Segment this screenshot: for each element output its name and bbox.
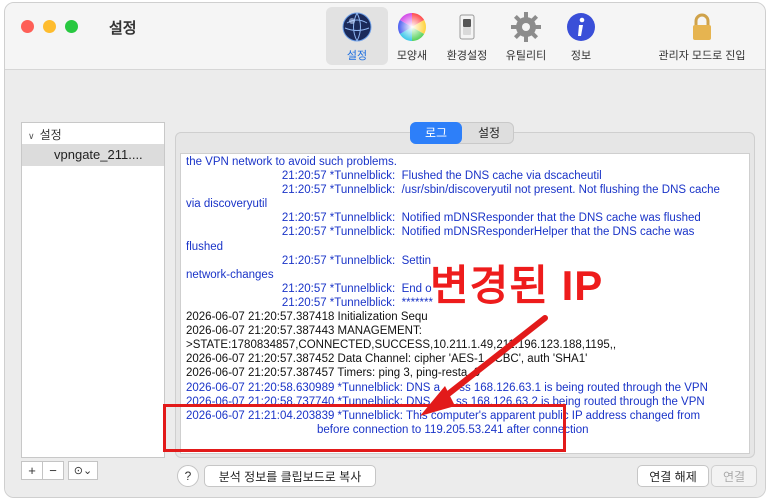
toolbar-label: 설정 xyxy=(346,50,368,62)
help-button[interactable]: ? xyxy=(177,465,199,487)
log-line: via discoveryutil xyxy=(186,198,268,211)
highlight-box xyxy=(163,404,566,452)
sidebar-group[interactable]: ∨ 설정 xyxy=(22,123,164,142)
toolbar-label: 모양새 xyxy=(396,50,428,62)
log-line: >STATE:1780834857,CONNECTED,SUCCESS,10.2… xyxy=(186,339,617,352)
switch-icon xyxy=(451,11,483,43)
sidebar-item-vpngate[interactable]: vpngate_211.... xyxy=(22,144,164,166)
log-line: 2026-06-07 21:20:57.387443 MANAGEMENT: xyxy=(186,325,422,338)
toolbar-configurations[interactable]: 설정 xyxy=(326,7,388,65)
admin-mode-label: 관리자 모드로 진입 xyxy=(658,50,746,62)
bottom-bar: ? 분석 정보를 클립보드로 복사 연결 해제 연결 xyxy=(5,462,765,497)
chevron-down-icon[interactable]: ∨ xyxy=(28,131,35,142)
log-line: 21:20:57 *Tunnelblick: /usr/sbin/discove… xyxy=(186,184,720,197)
admin-mode-button[interactable]: 관리자 모드로 진입 xyxy=(647,7,757,65)
log-line: 2026-06-07 21:20:57.387452 Data Channel:… xyxy=(186,353,588,366)
toolbar-info[interactable]: 정보 xyxy=(550,7,612,65)
color-wheel-icon xyxy=(396,11,428,43)
close-button[interactable] xyxy=(21,20,34,33)
toolbar-label: 환경설정 xyxy=(446,50,488,62)
toolbar-preferences[interactable]: 환경설정 xyxy=(436,7,498,65)
toolbar-label: 유틸리티 xyxy=(505,50,547,62)
info-icon xyxy=(565,11,597,43)
globe-icon xyxy=(341,11,373,43)
window-title: 설정 xyxy=(109,20,137,37)
annotation-label: 변경된 IP xyxy=(430,262,604,309)
log-line: 21:20:57 *Tunnelblick: Flushed the DNS c… xyxy=(186,170,602,183)
tab-settings[interactable]: 설정 xyxy=(463,122,515,144)
titlebar: 설정 설정 모양새 환경설정 유틸리티 정보 관리자 모드로 진입 xyxy=(5,3,765,70)
sidebar-group-label: 설정 xyxy=(39,128,62,142)
configurations-list[interactable]: ∨ 설정 vpngate_211.... xyxy=(21,122,165,458)
tab-switcher: 로그 설정 xyxy=(410,122,514,144)
toolbar-appearance[interactable]: 모양새 xyxy=(381,7,443,65)
log-line: 21:20:57 *Tunnelblick: Notified mDNSResp… xyxy=(186,226,695,239)
minimize-button[interactable] xyxy=(43,20,56,33)
log-line: 21:20:57 *Tunnelblick: Notified mDNSResp… xyxy=(186,212,701,225)
connect-button[interactable]: 연결 xyxy=(711,465,757,487)
toolbar-label: 정보 xyxy=(570,50,592,62)
log-line: 2026-06-07 21:20:57.387457 Timers: ping … xyxy=(186,367,481,380)
zoom-button[interactable] xyxy=(65,20,78,33)
gear-icon xyxy=(510,11,542,43)
toolbar-utilities[interactable]: 유틸리티 xyxy=(495,7,557,65)
disconnect-button[interactable]: 연결 해제 xyxy=(637,465,709,487)
copy-diagnostic-button[interactable]: 분석 정보를 클립보드로 복사 xyxy=(204,465,376,487)
lock-icon xyxy=(686,11,718,43)
tab-log[interactable]: 로그 xyxy=(410,122,462,144)
log-line: 2026-06-07 21:20:58.630989 *Tunnelblick:… xyxy=(186,381,708,394)
log-line: the VPN network to avoid such problems. xyxy=(186,156,397,168)
